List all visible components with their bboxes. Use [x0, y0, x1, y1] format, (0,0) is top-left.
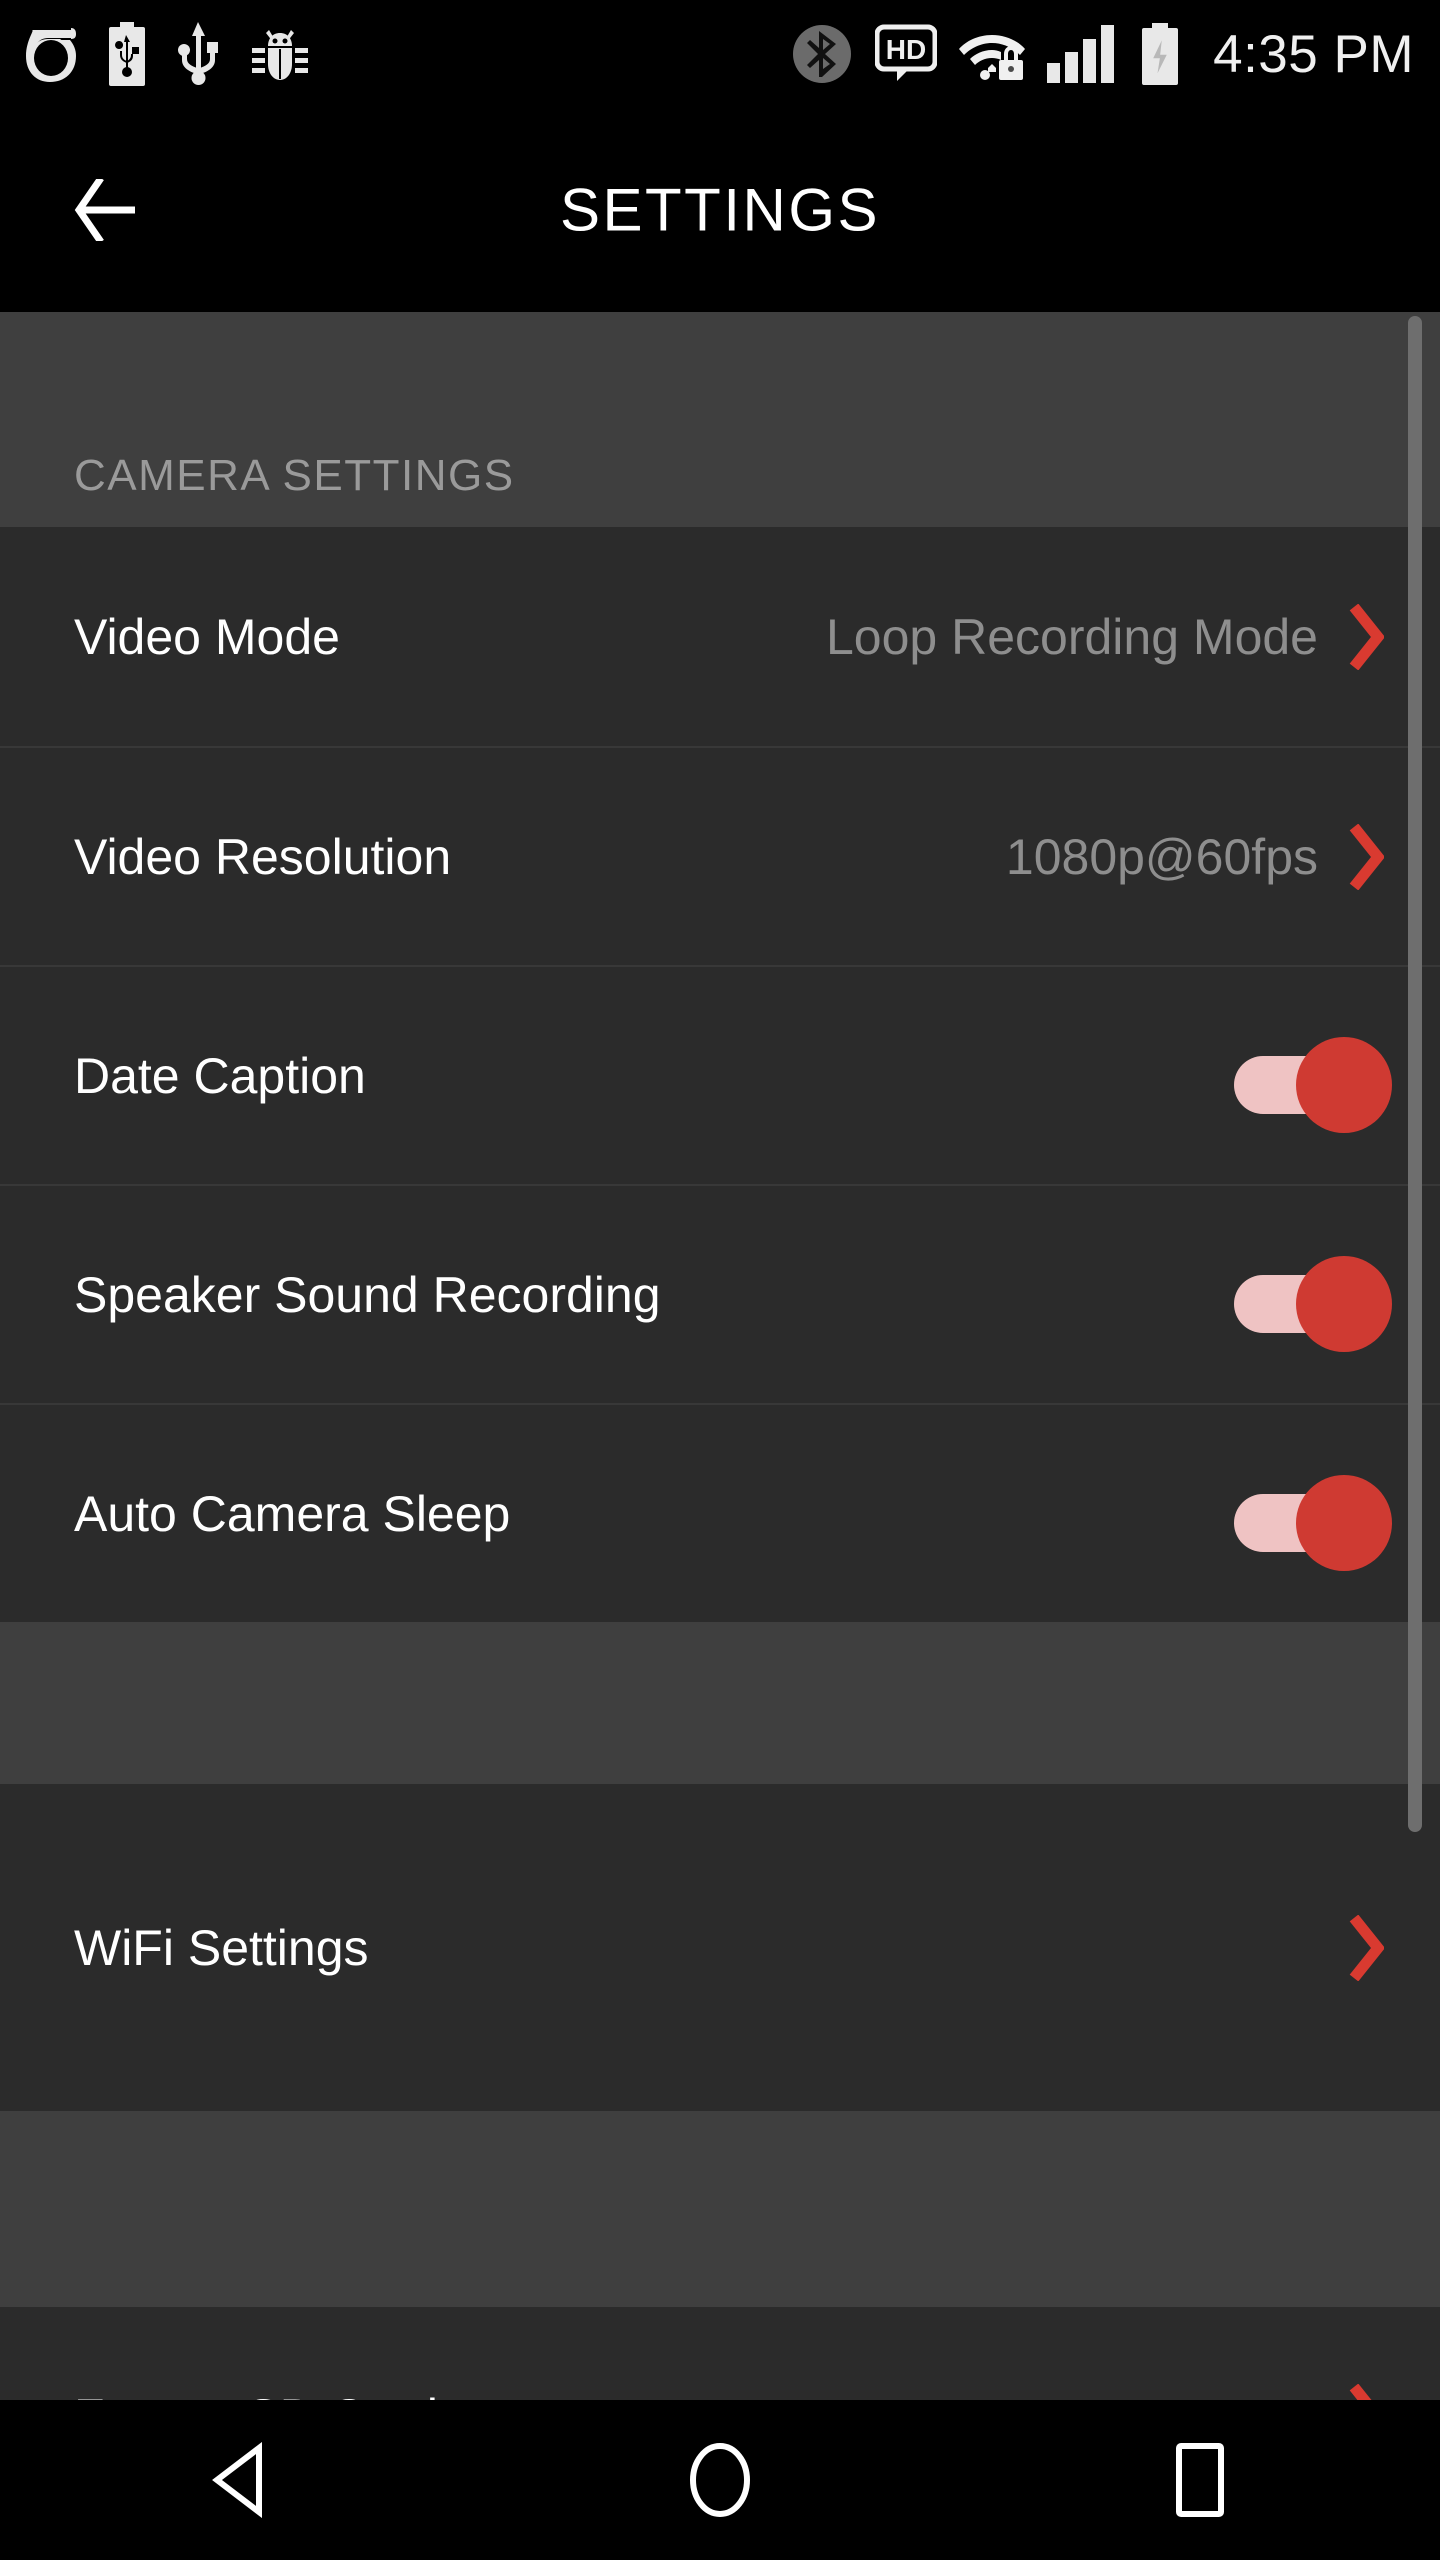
wifi-secure-icon — [959, 35, 1026, 80]
usb-battery-charging-icon — [109, 22, 145, 86]
chevron-right-icon — [1349, 603, 1384, 670]
list-item-format-sd-card[interactable]: Format SD Card — [0, 2307, 1440, 2400]
nav-home-button[interactable] — [630, 2400, 810, 2560]
list-item-wifi-settings[interactable]: WiFi Settings — [0, 1784, 1440, 2111]
battery-charging-icon — [1142, 23, 1179, 85]
chevron-right-icon — [1349, 2383, 1372, 2400]
toggle-thumb — [1296, 1036, 1392, 1133]
list-item-label: Auto Camera Sleep — [74, 1485, 511, 1542]
list-item-right — [1348, 2383, 1384, 2400]
list-item-value: 1080p@60fps — [1005, 828, 1318, 885]
section-header-camera-settings: CAMERA SETTINGS — [0, 312, 1440, 527]
toggle-date-caption[interactable] — [1234, 1036, 1392, 1133]
list-item-label: Date Caption — [74, 1047, 366, 1104]
nav-recents-icon — [1176, 2443, 1224, 2517]
scrollbar-track[interactable] — [1408, 316, 1422, 2400]
settings-group-wifi: WiFi Settings — [0, 1784, 1440, 2111]
status-bar-right-icons: HD 4:35 PM — [791, 23, 1414, 85]
app-bar: SETTINGS — [0, 108, 1440, 312]
list-item-label: Video Mode — [74, 608, 340, 665]
list-item-label: Format SD Card — [74, 2388, 438, 2401]
settings-group-storage: Format SD Card — [0, 2307, 1440, 2400]
cellular-signal-icon — [1047, 25, 1115, 83]
list-item-value: Loop Recording Mode — [826, 608, 1318, 665]
hd-voice-icon: HD — [875, 24, 938, 81]
settings-group-camera: Video Mode Loop Recording Mode Video Res… — [0, 527, 1440, 1622]
android-debug-bug-icon — [252, 30, 308, 80]
nav-home-icon — [690, 2443, 750, 2517]
list-item-auto-camera-sleep[interactable]: Auto Camera Sleep — [0, 1403, 1440, 1622]
status-bar-left-icons — [26, 22, 310, 86]
settings-scroll-list[interactable]: CAMERA SETTINGS Video Mode Loop Recordin… — [0, 312, 1440, 2400]
phone-screen: HD 4:35 PM SETTINGS CAMERA SETTINGS Vide… — [0, 0, 1440, 2560]
toggle-thumb — [1296, 1474, 1392, 1571]
list-item-video-resolution[interactable]: Video Resolution 1080p@60fps — [0, 746, 1440, 965]
status-bar-clock: 4:35 PM — [1213, 24, 1414, 84]
sigma-app-icon — [26, 28, 76, 82]
section-spacer — [0, 2111, 1440, 2307]
list-item-label: WiFi Settings — [74, 1919, 369, 1976]
section-header-label: CAMERA SETTINGS — [74, 451, 515, 500]
list-item-label: Speaker Sound Recording — [74, 1266, 661, 1323]
list-item-speaker-sound-recording[interactable]: Speaker Sound Recording — [0, 1184, 1440, 1403]
chevron-right-icon — [1349, 1914, 1384, 1981]
usb-connected-icon — [178, 22, 218, 85]
navigation-bar — [0, 2400, 1440, 2560]
list-item-date-caption[interactable]: Date Caption — [0, 965, 1440, 1184]
list-item-right: Loop Recording Mode — [826, 603, 1384, 670]
list-item-right — [1348, 1914, 1384, 1981]
bluetooth-icon — [793, 25, 852, 83]
list-item-right — [1234, 1474, 1392, 1571]
list-item-label: Video Resolution — [74, 828, 452, 885]
chevron-right-icon — [1349, 823, 1384, 890]
nav-back-button[interactable] — [150, 2400, 330, 2560]
list-item-right: 1080p@60fps — [1005, 823, 1384, 890]
svg-text:HD: HD — [886, 34, 926, 65]
nav-back-icon — [212, 2442, 262, 2518]
list-item-video-mode[interactable]: Video Mode Loop Recording Mode — [0, 527, 1440, 746]
status-bar: HD 4:35 PM — [0, 0, 1440, 108]
nav-recents-button[interactable] — [1110, 2400, 1290, 2560]
page-title: SETTINGS — [559, 176, 881, 244]
scrollbar-thumb[interactable] — [1408, 316, 1422, 1832]
toggle-auto-camera-sleep[interactable] — [1234, 1474, 1392, 1571]
toggle-thumb — [1296, 1255, 1392, 1352]
list-item-right — [1234, 1255, 1392, 1352]
list-item-right — [1234, 1036, 1392, 1133]
toggle-speaker-sound-recording[interactable] — [1234, 1255, 1392, 1352]
section-spacer — [0, 1622, 1440, 1784]
